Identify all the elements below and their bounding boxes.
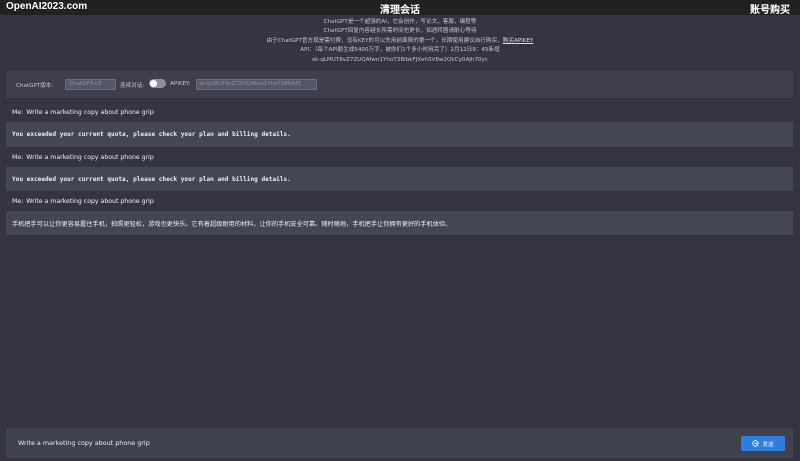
- speaker-label: Me:: [12, 109, 24, 116]
- notice-line-1: ChatGPT是一个超强的AI，它会创作，写论文，客服，编程等: [323, 19, 477, 25]
- message-text: 手机把手可以让你更容易握住手机，拍照更轻松，游戏也更快乐。它有着超级耐用的材料，…: [12, 220, 452, 228]
- top-bar: OpenAI2023.com 清理会话 账号购买: [0, 0, 800, 16]
- clear-session-button[interactable]: 清理会话: [380, 5, 420, 16]
- account-purchase-button[interactable]: 账号购买: [750, 1, 790, 16]
- user-message: Me: Write a marketing copy about phone g…: [6, 103, 793, 122]
- chat-log[interactable]: Me: Write a marketing copy about phone g…: [6, 103, 793, 425]
- bot-message: 手机把手可以让你更容易握住手机，拍照更轻松，游戏也更快乐。它有着超级耐用的材料，…: [6, 211, 793, 235]
- continuous-label: 连续对话:: [120, 83, 145, 89]
- message-text: Write a marketing copy about phone grip: [26, 197, 154, 205]
- continuous-toggle[interactable]: [149, 79, 166, 88]
- notice-line-3: 由于ChatGPT官方现是需付费，没有KEY的可以先用前面费的第一个，长期使用建…: [0, 37, 800, 46]
- notice-line-2: ChatGPT回复内容越长所需时间也更长，如遇转圈请耐心等待: [323, 28, 477, 35]
- message-text: You exceeded your current quota, please …: [12, 131, 291, 138]
- apikey-label: APIKEY:: [170, 81, 191, 87]
- notice-line-4: API：（每个API额生成5400万字，被你们1个多小时用完了）2月12日9：4…: [300, 47, 500, 54]
- user-message: Me: Write a marketing copy about phone g…: [6, 191, 793, 211]
- message-text: You exceeded your current quota, please …: [12, 175, 291, 183]
- version-label: ChatGPT版本:: [16, 83, 54, 89]
- send-button[interactable]: 发送: [741, 436, 785, 451]
- message-text: Write a marketing copy about phone grip: [26, 153, 154, 161]
- toggle-knob: [150, 80, 157, 87]
- info-notice: ChatGPT是一个超强的AI，它会创作，写论文，客服，编程等 ChatGPT回…: [0, 18, 800, 65]
- settings-panel: ChatGPT版本: ChatGPT-v3 连续对话: APIKEY: sk-q…: [6, 71, 793, 98]
- apikey-input[interactable]: sk-qLMUT8vZ7ZUQAfwn1YhoT3BlbkFJ: [196, 79, 317, 90]
- send-icon: [752, 440, 760, 447]
- version-select[interactable]: ChatGPT-v3: [65, 79, 116, 90]
- notice-line-5: sk-qLMUT8vZ7ZUQAfwn1YhoT3BlbkFJXehSV8w2Q…: [312, 56, 488, 63]
- clear-session-row: 清理会话: [0, 1, 800, 16]
- message-input[interactable]: Write a marketing copy about phone grip: [18, 439, 150, 447]
- user-message: Me: Write a marketing copy about phone g…: [6, 147, 793, 167]
- buy-apikey-link[interactable]: 购买APIKEY: [503, 38, 534, 44]
- message-text: Write a marketing copy about phone grip: [26, 109, 154, 116]
- speaker-label: Me:: [12, 153, 24, 161]
- site-brand[interactable]: OpenAI2023.com: [6, 1, 87, 12]
- bot-message: You exceeded your current quota, please …: [6, 122, 793, 147]
- message-input-bar: Write a marketing copy about phone grip …: [6, 428, 793, 458]
- send-label: 发送: [762, 441, 774, 448]
- notice-line-3-text: 由于ChatGPT官方现是需付费，没有KEY的可以先用前面费的第一个，长期使用建…: [266, 37, 503, 44]
- bot-message: You exceeded your current quota, please …: [6, 167, 793, 191]
- speaker-label: Me:: [12, 197, 24, 205]
